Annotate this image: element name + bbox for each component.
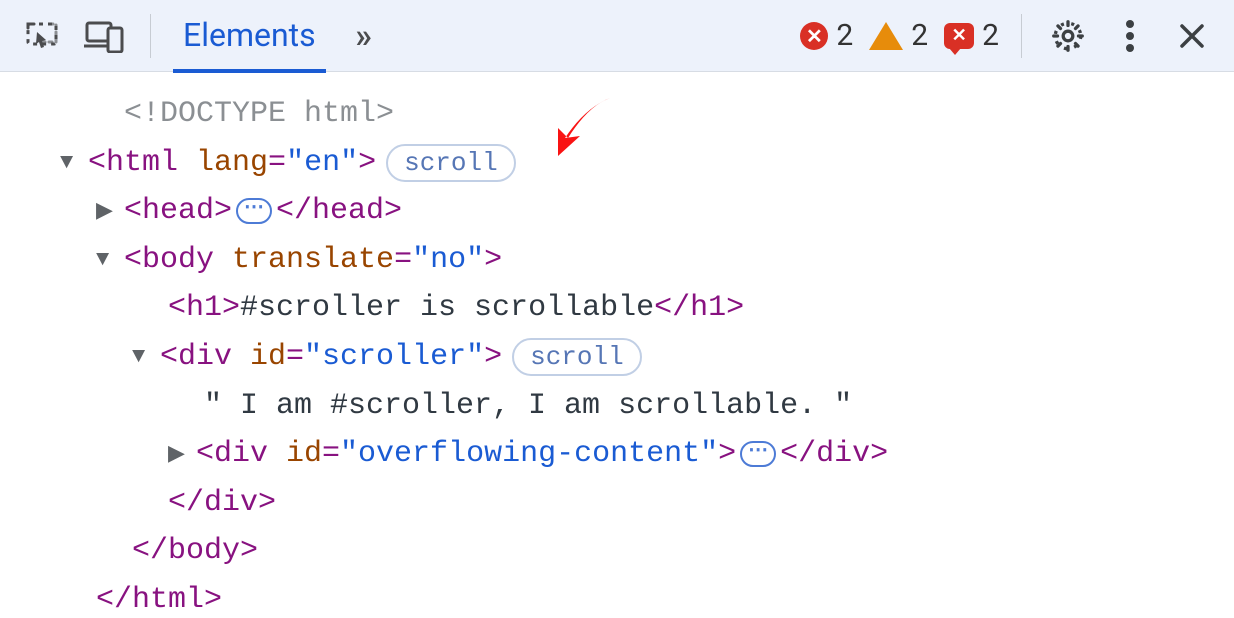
error-icon: ✕ bbox=[800, 22, 828, 50]
h1-open: <h1> bbox=[168, 284, 240, 333]
tab-elements-label: Elements bbox=[183, 16, 316, 54]
tree-row-text-node[interactable]: " I am #scroller, I am scrollable. " bbox=[60, 382, 1174, 431]
chevron-down-icon[interactable] bbox=[60, 145, 88, 181]
errors-counter[interactable]: ✕ 2 bbox=[800, 18, 853, 53]
annotation-arrow-icon bbox=[540, 88, 630, 168]
toggle-device-icon[interactable] bbox=[80, 12, 128, 60]
settings-gear-icon[interactable] bbox=[1044, 12, 1092, 60]
more-tabs-icon[interactable]: » bbox=[340, 12, 388, 60]
ellipsis-icon[interactable]: ⋯ bbox=[740, 441, 776, 467]
warnings-count: 2 bbox=[911, 18, 928, 53]
ellipsis-icon[interactable]: ⋯ bbox=[236, 198, 272, 224]
chevron-down-icon[interactable] bbox=[132, 339, 160, 375]
attr-name: id bbox=[250, 340, 286, 374]
tree-row-overflowing[interactable]: <div id="overflowing-content"> ⋯ </div> bbox=[60, 430, 1174, 479]
tag-close: > bbox=[718, 437, 736, 471]
tree-row-h1[interactable]: <h1>#scroller is scrollable</h1> bbox=[60, 284, 1174, 333]
div-close: </div> bbox=[168, 479, 276, 528]
tree-row-div-scroller-open[interactable]: <div id="scroller"> scroll bbox=[60, 333, 1174, 382]
issue-icon: ✕ bbox=[944, 23, 974, 49]
chevron-right-icon[interactable] bbox=[96, 194, 124, 230]
head-open: <head> bbox=[124, 187, 232, 236]
h1-close: </h1> bbox=[654, 284, 744, 333]
attr-value: "overflowing-content" bbox=[340, 437, 718, 471]
scroll-badge[interactable]: scroll bbox=[386, 144, 516, 182]
tag-close: > bbox=[484, 243, 502, 277]
equals: = bbox=[286, 340, 304, 374]
body-close: </body> bbox=[132, 527, 258, 576]
attr-name: translate bbox=[232, 243, 394, 277]
h1-text: #scroller is scrollable bbox=[240, 284, 654, 333]
tree-row-head[interactable]: <head> ⋯ </head> bbox=[60, 187, 1174, 236]
tag-open: <html bbox=[88, 146, 196, 180]
kebab-menu-icon[interactable] bbox=[1106, 12, 1154, 60]
html-close: </html> bbox=[96, 576, 222, 618]
close-icon[interactable] bbox=[1168, 12, 1216, 60]
tag-open: <div bbox=[160, 340, 250, 374]
tag-close: > bbox=[358, 146, 376, 180]
warning-icon bbox=[869, 22, 903, 50]
attr-value: "scroller" bbox=[304, 340, 484, 374]
tree-row-body-close[interactable]: </body> bbox=[60, 527, 1174, 576]
issues-counter[interactable]: ✕ 2 bbox=[944, 18, 999, 53]
tree-row-div-scroller-close[interactable]: </div> bbox=[60, 479, 1174, 528]
doctype-text: <!DOCTYPE html> bbox=[124, 90, 394, 139]
text-node: " I am #scroller, I am scrollable. " bbox=[204, 382, 852, 431]
tree-row-body-open[interactable]: <body translate="no"> bbox=[60, 236, 1174, 285]
warnings-counter[interactable]: 2 bbox=[869, 18, 928, 53]
scroll-badge[interactable]: scroll bbox=[512, 338, 642, 376]
tag-open: <body bbox=[124, 243, 232, 277]
attr-name: lang bbox=[196, 146, 268, 180]
errors-count: 2 bbox=[836, 18, 853, 53]
inspect-element-icon[interactable] bbox=[18, 12, 66, 60]
tag-close: > bbox=[484, 340, 502, 374]
div-close: </div> bbox=[780, 430, 888, 479]
tab-elements[interactable]: Elements bbox=[173, 1, 326, 73]
equals: = bbox=[322, 437, 340, 471]
chevron-right-icon[interactable] bbox=[168, 437, 196, 473]
equals: = bbox=[268, 146, 286, 180]
tag-open: <div bbox=[196, 437, 286, 471]
issues-count: 2 bbox=[982, 18, 999, 53]
attr-value: "en" bbox=[286, 146, 358, 180]
head-close: </head> bbox=[276, 187, 402, 236]
attr-value: "no" bbox=[412, 243, 484, 277]
devtools-toolbar: Elements » ✕ 2 2 ✕ 2 bbox=[0, 0, 1234, 72]
attr-name: id bbox=[286, 437, 322, 471]
console-counters[interactable]: ✕ 2 2 ✕ 2 bbox=[800, 18, 999, 53]
separator bbox=[150, 14, 151, 58]
equals: = bbox=[394, 243, 412, 277]
separator bbox=[1021, 14, 1022, 58]
tree-row-html-close[interactable]: </html> bbox=[60, 576, 1174, 618]
chevron-down-icon[interactable] bbox=[96, 242, 124, 278]
dom-tree[interactable]: <!DOCTYPE html> <html lang="en"> scroll … bbox=[0, 72, 1234, 618]
